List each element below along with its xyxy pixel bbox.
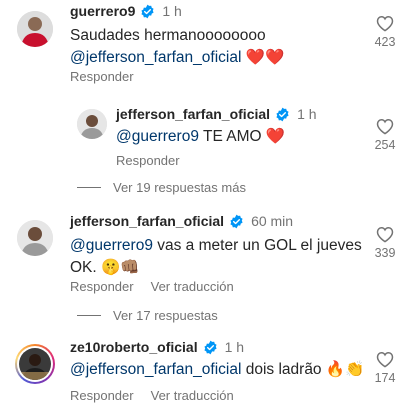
avatar-photo-icon xyxy=(19,348,51,380)
verified-badge-icon xyxy=(230,214,243,228)
mention-link[interactable]: @guerrero9 xyxy=(70,237,153,254)
view-replies-button[interactable]: Ver 17 respuestas xyxy=(77,308,218,323)
comment-text-body: dois ladrão xyxy=(241,361,326,378)
comment-text-line: Saudades hermanoooooooo xyxy=(70,27,266,44)
verified-badge-icon xyxy=(141,4,154,18)
avatar-photo-icon xyxy=(77,109,107,139)
view-replies-label: Ver 19 respuestas más xyxy=(113,180,246,195)
heart-outline-icon[interactable] xyxy=(376,226,394,243)
mention-link[interactable]: @guerrero9 xyxy=(116,128,199,145)
avatar-ring xyxy=(17,346,53,382)
comment-text-line: vas a meter un GOL el jueves xyxy=(152,237,362,254)
view-replies-button[interactable]: Ver 19 respuestas más xyxy=(77,180,246,195)
verified-badge-icon xyxy=(204,340,217,354)
comment-time: 1 h xyxy=(297,106,317,122)
comment-text-line: OK. xyxy=(70,259,102,276)
avatar-guerrero9[interactable] xyxy=(17,11,53,47)
reply-button[interactable]: Responder xyxy=(70,388,134,403)
view-replies-label: Ver 17 respuestas xyxy=(113,308,218,323)
avatar-photo-icon xyxy=(17,220,53,256)
comment-emoji: ❤️ xyxy=(265,128,286,145)
verified-badge-icon xyxy=(276,107,289,121)
like-area: 174 xyxy=(370,351,400,385)
heart-outline-icon[interactable] xyxy=(376,15,394,32)
divider-line xyxy=(77,187,101,188)
reply-button[interactable]: Responder xyxy=(70,279,134,294)
comment-time: 1 h xyxy=(224,339,245,355)
comment-time: 60 min xyxy=(251,213,294,229)
mention-link[interactable]: @jefferson_farfan_oficial xyxy=(70,361,241,378)
avatar-jefferson[interactable] xyxy=(77,109,107,139)
like-count: 339 xyxy=(374,246,396,260)
avatar-photo-icon xyxy=(17,11,53,47)
comment-emoji: 🔥👏 xyxy=(325,361,365,378)
like-area: 254 xyxy=(370,118,400,152)
like-area: 423 xyxy=(370,15,400,49)
comment-text: @guerrero9 TE AMO ❤️ xyxy=(116,126,285,148)
like-count: 254 xyxy=(374,138,396,152)
reply-button[interactable]: Responder xyxy=(70,69,134,84)
username[interactable]: jefferson_farfan_oficial xyxy=(70,213,224,229)
like-count: 423 xyxy=(374,35,396,49)
heart-outline-icon[interactable] xyxy=(376,118,394,135)
like-area: 339 xyxy=(370,226,400,260)
comment-emoji: 🤫👊🏽 xyxy=(101,259,140,276)
like-count: 174 xyxy=(374,371,396,385)
username[interactable]: jefferson_farfan_oficial xyxy=(116,106,270,122)
comment-text: @guerrero9 vas a meter un GOL el jueves … xyxy=(70,235,362,279)
comment-text: Saudades hermanoooooooo @jefferson_farfa… xyxy=(70,25,284,69)
reply-button[interactable]: Responder xyxy=(116,153,180,168)
translate-button[interactable]: Ver traducción xyxy=(151,388,234,403)
avatar-jefferson[interactable] xyxy=(17,220,53,256)
comment-text-body: TE AMO xyxy=(198,128,266,145)
comment-time: 1 h xyxy=(162,3,182,19)
comment-text: @jefferson_farfan_oficial dois ladrão 🔥👏 xyxy=(70,359,364,381)
avatar-ze10roberto[interactable] xyxy=(15,344,55,384)
comment-emoji: ❤️❤️ xyxy=(245,49,285,66)
mention-link[interactable]: @jefferson_farfan_oficial xyxy=(70,49,241,66)
heart-outline-icon[interactable] xyxy=(376,351,394,368)
username[interactable]: guerrero9 xyxy=(70,3,135,19)
divider-line xyxy=(77,315,101,316)
username[interactable]: ze10roberto_oficial xyxy=(70,339,198,355)
translate-button[interactable]: Ver traducción xyxy=(151,279,234,294)
